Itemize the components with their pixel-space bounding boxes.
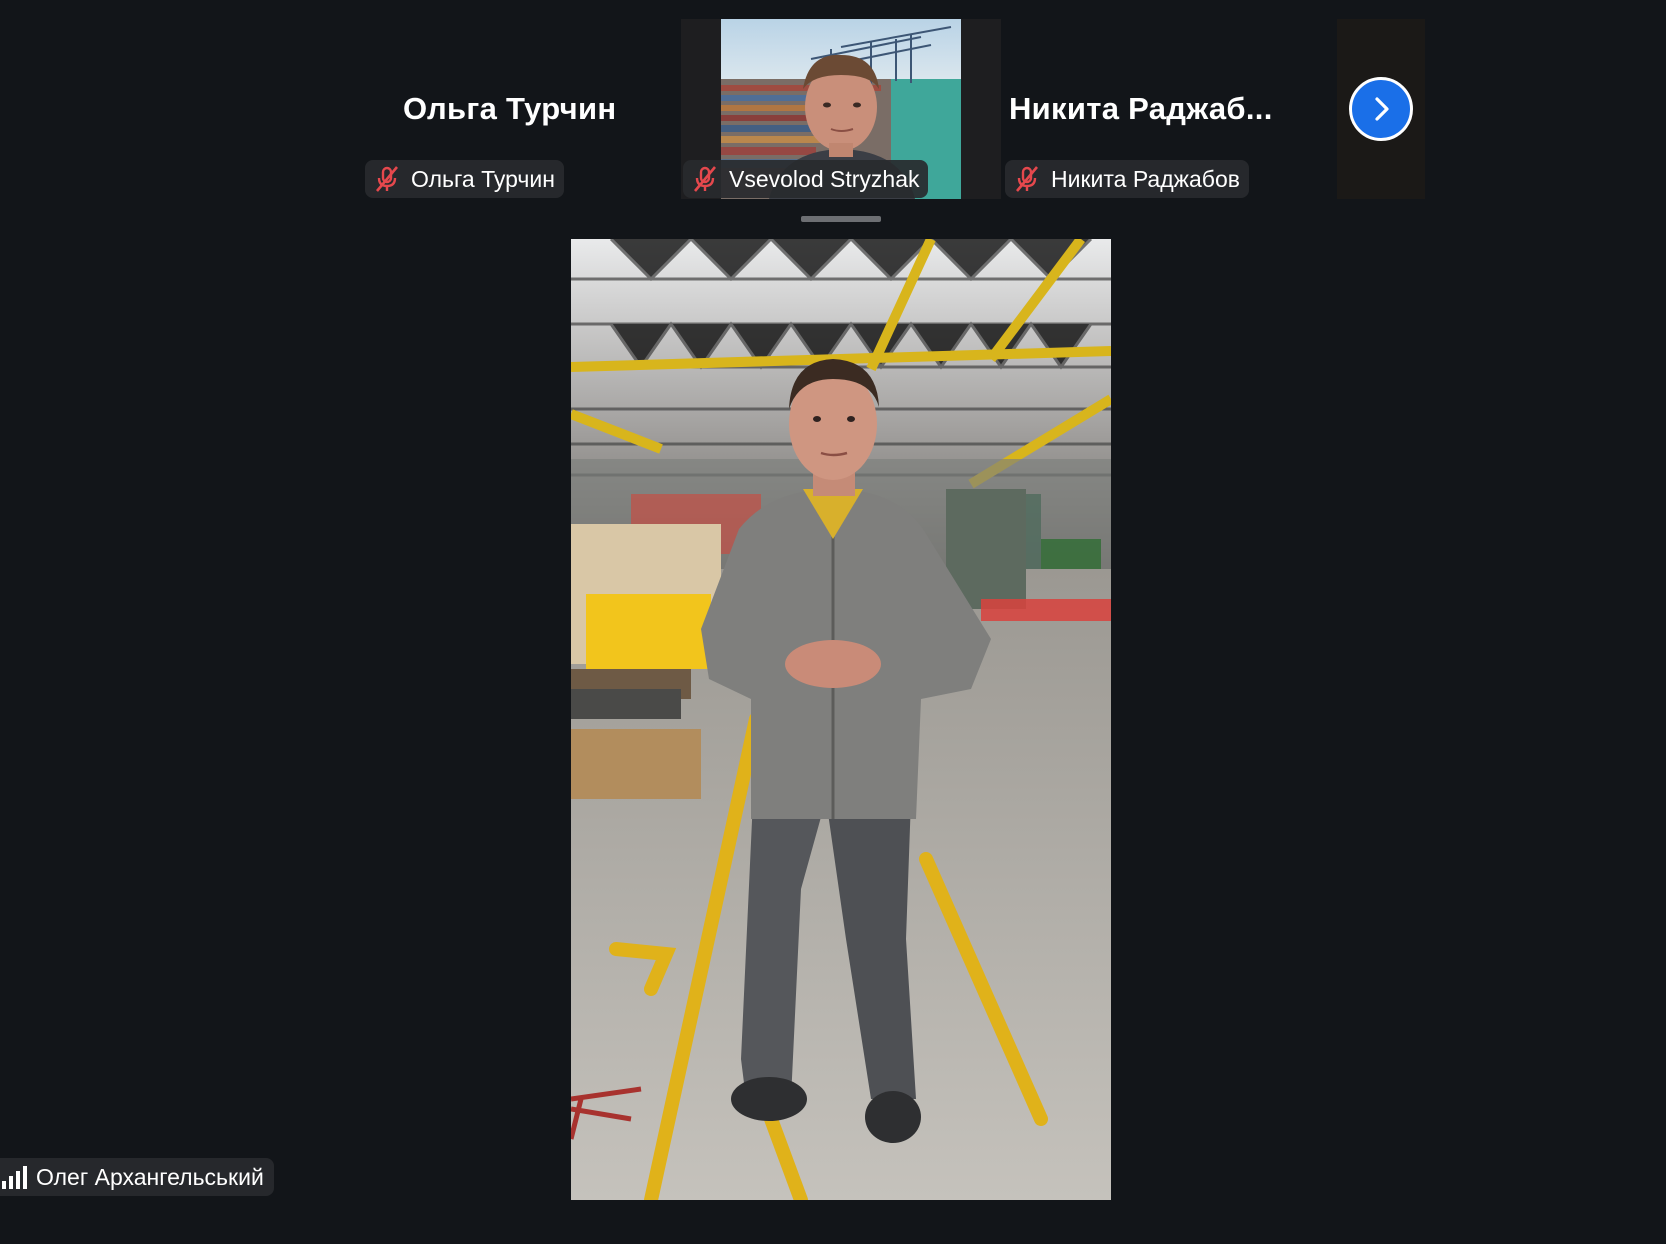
participant-name-badge: Vsevolod Stryzhak xyxy=(683,160,929,198)
participant-tile-vsevolod[interactable]: Vsevolod Stryzhak xyxy=(681,19,1001,199)
participant-badge-label: Vsevolod Stryzhak xyxy=(729,165,920,192)
participant-display-name: Ольга Турчин xyxy=(403,91,617,126)
mic-muted-icon xyxy=(376,166,398,192)
participant-tile-olga[interactable]: Ольга Турчин Ольга Турчин xyxy=(365,19,665,199)
participant-name-badge: Никита Раджабов xyxy=(1005,160,1249,198)
mic-muted-icon xyxy=(1016,166,1038,192)
chevron-right-icon xyxy=(1375,97,1389,121)
participant-badge-label: Ольга Турчин xyxy=(411,165,555,192)
mic-muted-icon xyxy=(694,166,716,192)
self-view-name-badge[interactable]: Олег Архангельський xyxy=(0,1158,274,1196)
active-speaker-video-frame xyxy=(571,239,1111,1200)
meeting-stage: Ольга Турчин Ольга Турчин Vsevolod Stryz… xyxy=(0,0,1666,1244)
self-view-name: Олег Архангельський xyxy=(36,1163,264,1190)
strip-resize-handle[interactable] xyxy=(801,216,881,222)
signal-bars-icon xyxy=(2,1166,27,1189)
participant-name-badge: Ольга Турчин xyxy=(365,160,564,198)
participant-tile-nikita[interactable]: Никита Раджаб... Никита Раджабов xyxy=(1003,19,1333,199)
participant-display-name: Никита Раджаб... xyxy=(1009,91,1273,126)
participants-next-page-tile xyxy=(1337,19,1425,199)
active-speaker-video xyxy=(571,239,1111,1200)
next-participants-button[interactable] xyxy=(1349,77,1413,141)
participant-badge-label: Никита Раджабов xyxy=(1051,165,1240,192)
